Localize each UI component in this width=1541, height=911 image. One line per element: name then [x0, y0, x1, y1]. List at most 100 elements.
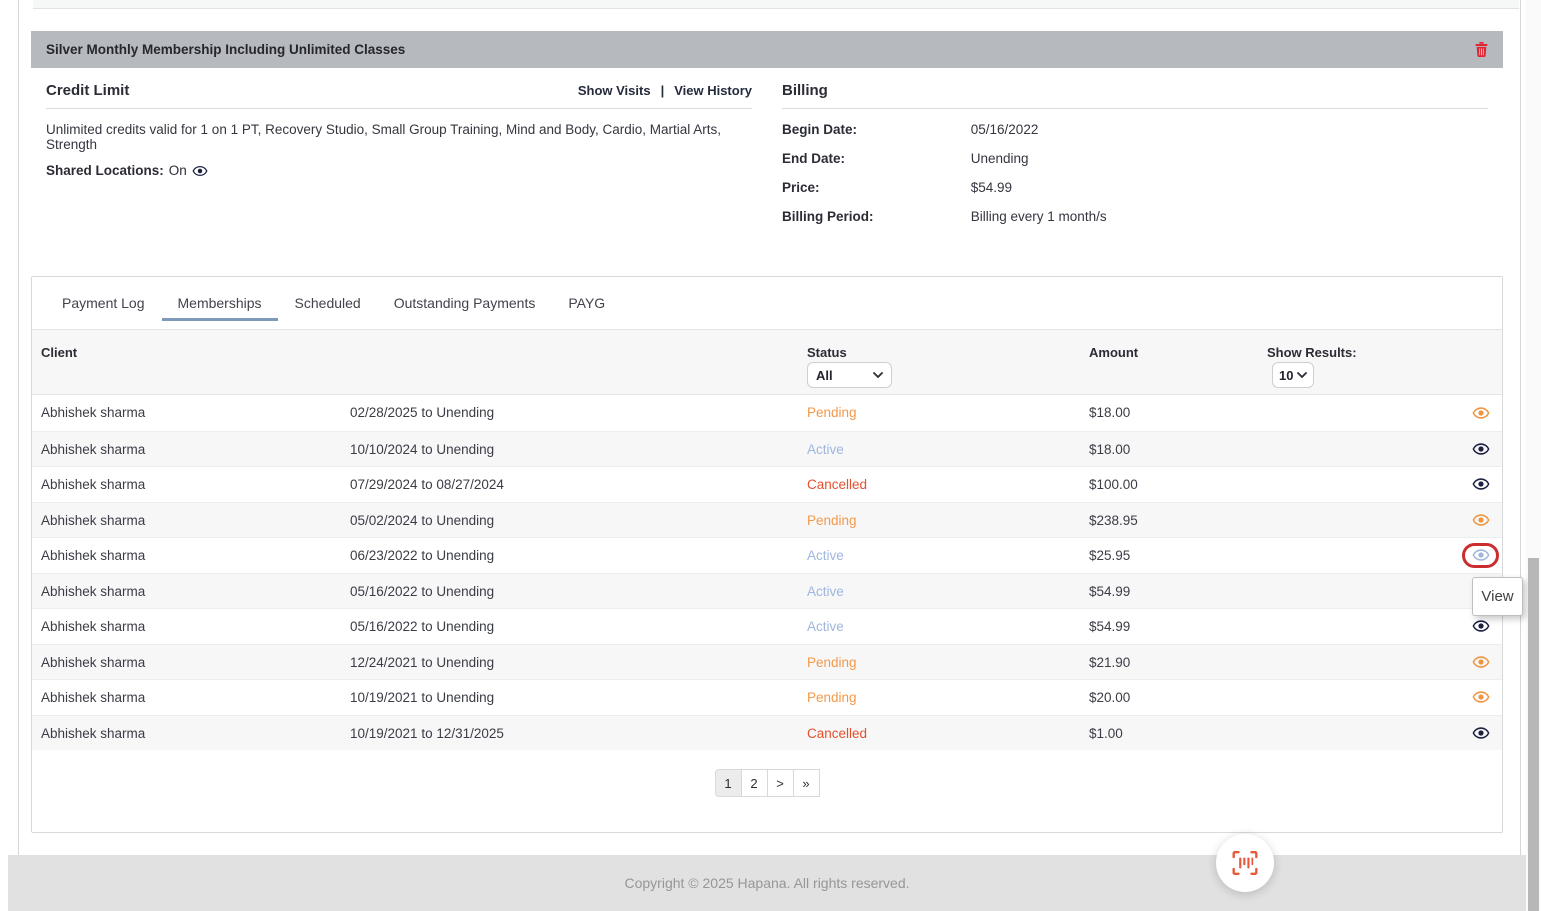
barcode-scan-icon — [1231, 850, 1259, 876]
status-badge: Pending — [807, 645, 857, 681]
billing-row-end-date: End Date: Unending — [782, 151, 1488, 167]
client-name: Abhishek sharma — [41, 574, 145, 610]
shared-locations-label: Shared Locations: — [46, 163, 164, 178]
eye-icon[interactable] — [192, 165, 208, 177]
view-tooltip: View — [1472, 577, 1523, 616]
amount-column-header: Amount — [1089, 345, 1138, 360]
copyright-text: Copyright © 2025 Hapana. All rights rese… — [624, 875, 909, 891]
page-button-1[interactable]: 1 — [715, 769, 742, 797]
view-eye-icon[interactable] — [1472, 406, 1490, 419]
billing-period: 05/16/2022 to Unending — [350, 574, 494, 610]
tab-payment-log[interactable]: Payment Log — [62, 277, 145, 329]
status-badge: Cancelled — [807, 467, 867, 503]
previous-card-edge — [33, 0, 1519, 9]
billing-period: 07/29/2024 to 08/27/2024 — [350, 467, 504, 503]
amount-value: $18.00 — [1089, 432, 1130, 468]
billing-label: Billing Period: — [782, 209, 967, 225]
table-row: Abhishek sharma 10/19/2021 to 12/31/2025… — [32, 715, 1502, 751]
show-results-label: Show Results: — [1267, 345, 1357, 360]
tab-label: PAYG — [568, 295, 605, 311]
shared-locations-value: On — [169, 163, 187, 178]
view-eye-icon[interactable] — [1472, 691, 1490, 704]
view-eye-icon[interactable] — [1472, 549, 1490, 562]
status-badge: Active — [807, 432, 844, 468]
pagination: 1 2 > » — [32, 769, 1502, 797]
billing-value: $54.99 — [971, 180, 1012, 195]
view-eye-icon[interactable] — [1472, 478, 1490, 491]
client-name: Abhishek sharma — [41, 609, 145, 645]
status-badge: Pending — [807, 395, 857, 431]
status-filter-select[interactable]: All — [807, 362, 892, 388]
billing-period: 10/10/2024 to Unending — [350, 432, 494, 468]
billing-section: Billing Begin Date: 05/16/2022 End Date:… — [782, 68, 1488, 238]
amount-value: $25.95 — [1089, 538, 1130, 574]
status-badge: Active — [807, 574, 844, 610]
table-row: Abhishek sharma 06/23/2022 to Unending A… — [32, 537, 1502, 573]
status-badge: Active — [807, 609, 844, 645]
view-eye-icon[interactable] — [1472, 513, 1490, 526]
tab-label: Outstanding Payments — [394, 295, 536, 311]
billing-label: Begin Date: — [782, 122, 967, 138]
trash-icon[interactable] — [1475, 42, 1488, 57]
status-badge: Pending — [807, 680, 857, 716]
table-row: Abhishek sharma 05/16/2022 to Unending A… — [32, 608, 1502, 644]
section-divider — [782, 108, 1488, 109]
tab-label: Memberships — [178, 295, 262, 311]
page-button[interactable]: » — [793, 769, 820, 797]
status-badge: Cancelled — [807, 716, 867, 752]
status-badge: Active — [807, 538, 844, 574]
tab-bar: Payment Log Memberships Scheduled Outsta… — [32, 277, 1502, 330]
tab-memberships[interactable]: Memberships — [178, 277, 262, 329]
page-footer: Copyright © 2025 Hapana. All rights rese… — [8, 855, 1526, 911]
view-eye-icon[interactable] — [1472, 726, 1490, 739]
amount-value: $54.99 — [1089, 609, 1130, 645]
chevron-down-icon — [873, 372, 883, 378]
membership-card-body: Credit Limit Show Visits | View History … — [31, 68, 1503, 238]
client-name: Abhishek sharma — [41, 467, 145, 503]
amount-value: $18.00 — [1089, 395, 1130, 431]
view-history-link[interactable]: View History — [674, 83, 752, 98]
status-column-header: Status — [807, 345, 847, 360]
billing-period: 10/19/2021 to 12/31/2025 — [350, 716, 504, 752]
client-name: Abhishek sharma — [41, 680, 145, 716]
credit-limit-section: Credit Limit Show Visits | View History … — [46, 68, 752, 238]
page: Silver Monthly Membership Including Unli… — [0, 0, 1541, 911]
tab-label: Payment Log — [62, 295, 145, 311]
client-name: Abhishek sharma — [41, 538, 145, 574]
billing-row-price: Price: $54.99 — [782, 180, 1488, 196]
billing-value: Unending — [971, 151, 1029, 166]
table-row: Abhishek sharma 10/10/2024 to Unending A… — [32, 431, 1502, 467]
amount-value: $21.90 — [1089, 645, 1130, 681]
client-name: Abhishek sharma — [41, 432, 145, 468]
page-button-2[interactable]: 2 — [741, 769, 768, 797]
table-row: Abhishek sharma 02/28/2025 to Unending P… — [32, 395, 1502, 431]
amount-value: $1.00 — [1089, 716, 1123, 752]
client-name: Abhishek sharma — [41, 503, 145, 539]
chevron-down-icon — [1297, 372, 1307, 378]
view-eye-icon[interactable] — [1472, 620, 1490, 633]
table-row: Abhishek sharma 07/29/2024 to 08/27/2024… — [32, 466, 1502, 502]
payments-panel: Payment Log Memberships Scheduled Outsta… — [31, 276, 1503, 833]
page-button[interactable]: > — [767, 769, 794, 797]
credit-limit-heading: Credit Limit — [46, 82, 129, 99]
amount-value: $100.00 — [1089, 467, 1138, 503]
table-row: Abhishek sharma 05/16/2022 to Unending A… — [32, 573, 1502, 609]
view-eye-icon[interactable] — [1472, 442, 1490, 455]
membership-card: Silver Monthly Membership Including Unli… — [31, 31, 1503, 238]
tab-payg[interactable]: PAYG — [568, 277, 605, 329]
scrollbar-thumb[interactable] — [1528, 558, 1539, 911]
section-divider — [46, 108, 752, 109]
billing-period: 12/24/2021 to Unending — [350, 645, 494, 681]
show-visits-link[interactable]: Show Visits — [578, 83, 651, 98]
barcode-scan-button[interactable] — [1216, 834, 1274, 892]
tab-label: Scheduled — [295, 295, 361, 311]
show-results-select[interactable]: 10 — [1272, 362, 1314, 388]
billing-period: 05/16/2022 to Unending — [350, 609, 494, 645]
table-row: Abhishek sharma 12/24/2021 to Unending P… — [32, 644, 1502, 680]
tab-scheduled[interactable]: Scheduled — [295, 277, 361, 329]
view-tooltip-label: View — [1481, 588, 1513, 605]
billing-label: End Date: — [782, 151, 967, 167]
view-eye-icon[interactable] — [1472, 655, 1490, 668]
client-name: Abhishek sharma — [41, 395, 145, 431]
tab-outstanding-payments[interactable]: Outstanding Payments — [394, 277, 536, 329]
